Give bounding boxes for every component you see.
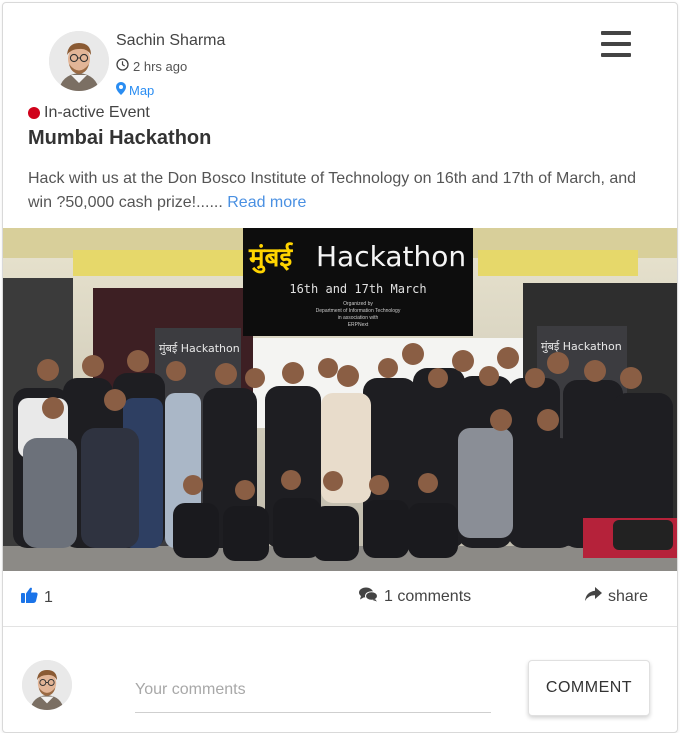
comments-link[interactable]: 1 comments (359, 587, 471, 607)
event-photo[interactable]: मुंबई Hackathon 16th and 17th March Orga… (3, 228, 677, 571)
share-label: share (608, 588, 649, 605)
description-text: Hack with us at the Don Bosco Institute … (28, 170, 637, 211)
share-icon (585, 587, 602, 607)
standee-left-label: मुंबई Hackathon (159, 342, 240, 355)
banner-organizer-2: Department of Information Technology (316, 308, 401, 314)
author-avatar[interactable] (49, 31, 109, 91)
comments-label: 1 comments (384, 588, 472, 605)
banner-organizer-1: Organized by (343, 301, 373, 307)
read-more-link[interactable]: Read more (227, 194, 306, 211)
current-user-avatar (22, 660, 72, 710)
post-time: 2 hrs ago (116, 58, 187, 74)
clock-icon (116, 58, 129, 74)
share-button[interactable]: share (585, 587, 648, 607)
event-status: In-active Event (28, 104, 150, 122)
banner-organizer-3: in association with (338, 315, 379, 321)
banner-title-devanagari: मुंबई (248, 242, 293, 274)
banner-dates: 16th and 17th March (289, 282, 426, 296)
like-button[interactable]: 1 (21, 587, 53, 608)
comment-button[interactable]: COMMENT (528, 660, 650, 716)
post-actions: 1 1 comments share (3, 571, 677, 627)
thumbs-up-icon (21, 587, 38, 608)
map-marker-icon (116, 82, 126, 98)
menu-icon[interactable] (601, 31, 631, 57)
event-title: Mumbai Hackathon (28, 127, 212, 149)
author-name[interactable]: Sachin Sharma (116, 32, 225, 50)
status-label: In-active Event (44, 104, 150, 121)
banner-title-latin: Hackathon (316, 240, 466, 273)
event-description: Hack with us at the Don Bosco Institute … (28, 167, 658, 215)
banner-organizer-4: ERPNext (348, 322, 369, 328)
time-ago-text: 2 hrs ago (133, 58, 188, 74)
status-dot-icon (28, 107, 40, 119)
like-count: 1 (44, 588, 53, 606)
standee-right-label: मुंबई Hackathon (541, 340, 622, 353)
map-link[interactable]: Map (116, 82, 154, 98)
comments-icon (359, 587, 378, 607)
comment-input[interactable] (135, 667, 491, 713)
post-card: Sachin Sharma 2 hrs ago Map In-active Ev… (2, 2, 678, 733)
map-label: Map (129, 82, 155, 98)
